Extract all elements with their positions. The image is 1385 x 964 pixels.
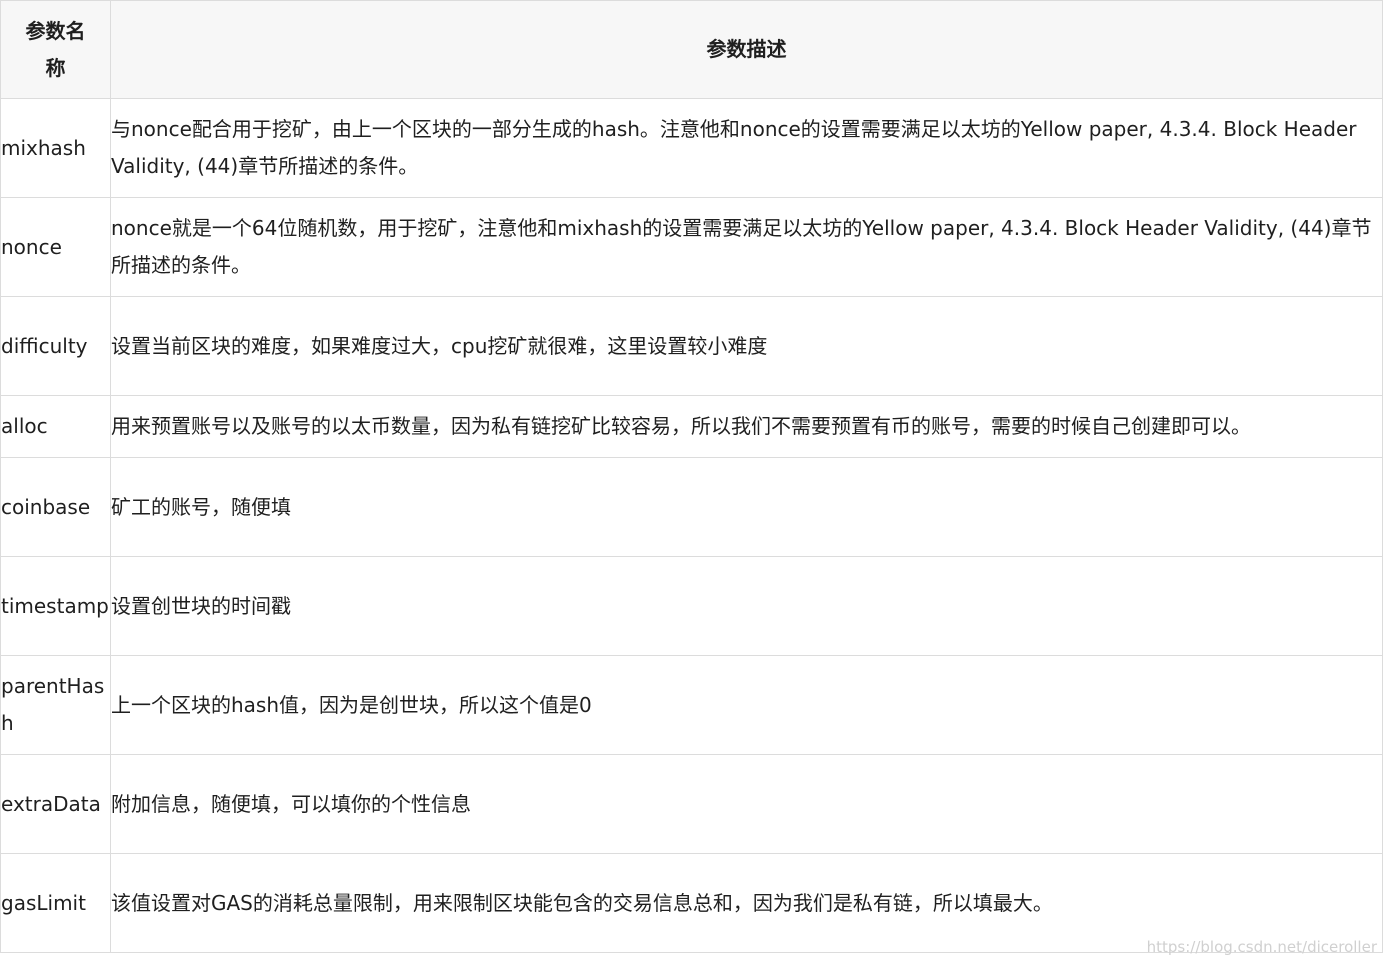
table-body: mixhash 与nonce配合用于挖矿，由上一个区块的一部分生成的hash。注…: [0, 98, 1383, 953]
param-description: 附加信息，随便填，可以填你的个性信息: [110, 754, 1383, 854]
table-row: alloc 用来预置账号以及账号的以太币数量，因为私有链挖矿比较容易，所以我们不…: [0, 395, 1383, 458]
param-description: nonce就是一个64位随机数，用于挖矿，注意他和mixhash的设置需要满足以…: [110, 197, 1383, 297]
param-name: extraData: [0, 754, 111, 854]
param-description: 用来预置账号以及账号的以太币数量，因为私有链挖矿比较容易，所以我们不需要预置有币…: [110, 395, 1383, 458]
table-row: extraData 附加信息，随便填，可以填你的个性信息: [0, 754, 1383, 854]
table-row: nonce nonce就是一个64位随机数，用于挖矿，注意他和mixhash的设…: [0, 197, 1383, 297]
param-description: 矿工的账号，随便填: [110, 457, 1383, 557]
parameters-table: 参数名称 参数描述 mixhash 与nonce配合用于挖矿，由上一个区块的一部…: [0, 0, 1383, 953]
param-description: 设置创世块的时间戳: [110, 556, 1383, 656]
table-header: 参数名称 参数描述: [0, 0, 1383, 99]
table-row: coinbase 矿工的账号，随便填: [0, 457, 1383, 557]
header-row: 参数名称 参数描述: [0, 0, 1383, 99]
table-row: difficulty 设置当前区块的难度，如果难度过大，cpu挖矿就很难，这里设…: [0, 296, 1383, 396]
param-name: coinbase: [0, 457, 111, 557]
header-param-description: 参数描述: [110, 0, 1383, 99]
param-name: alloc: [0, 395, 111, 458]
table-row: timestamp 设置创世块的时间戳: [0, 556, 1383, 656]
param-name: parentHash: [0, 655, 111, 755]
watermark: https://blog.csdn.net/diceroller: [1146, 938, 1377, 956]
param-name: timestamp: [0, 556, 111, 656]
param-description: 上一个区块的hash值，因为是创世块，所以这个值是0: [110, 655, 1383, 755]
table-row: parentHash 上一个区块的hash值，因为是创世块，所以这个值是0: [0, 655, 1383, 755]
param-name: difficulty: [0, 296, 111, 396]
param-description: 与nonce配合用于挖矿，由上一个区块的一部分生成的hash。注意他和nonce…: [110, 98, 1383, 198]
param-name: nonce: [0, 197, 111, 297]
header-param-name: 参数名称: [0, 0, 111, 99]
param-name: mixhash: [0, 98, 111, 198]
table-row: mixhash 与nonce配合用于挖矿，由上一个区块的一部分生成的hash。注…: [0, 98, 1383, 198]
param-description: 设置当前区块的难度，如果难度过大，cpu挖矿就很难，这里设置较小难度: [110, 296, 1383, 396]
param-name: gasLimit: [0, 853, 111, 953]
